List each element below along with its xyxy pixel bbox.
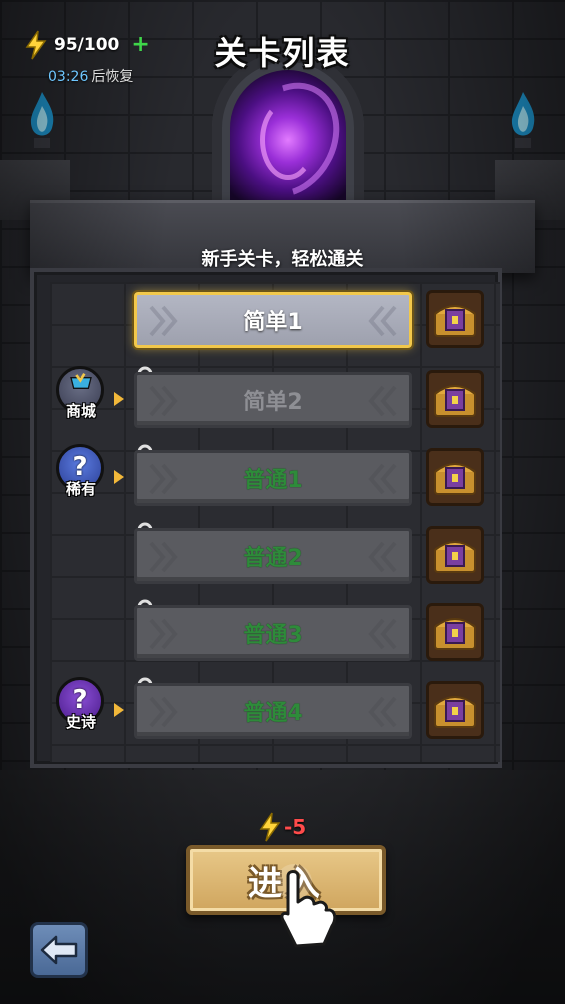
level-button-normal-4[interactable]: 普通4 xyxy=(134,683,412,739)
treasure-chest-icon[interactable] xyxy=(426,290,484,348)
level-label: 简单2 xyxy=(243,390,303,415)
level-button-easy-1[interactable]: 简单1 xyxy=(134,292,412,348)
level-row: 商城 简单2 xyxy=(0,366,565,432)
level-subtitle: 新手关卡，轻松通关 xyxy=(201,249,364,270)
level-label: 普通3 xyxy=(243,623,303,648)
shop-label: 商城 xyxy=(65,402,96,420)
arrow-right-icon xyxy=(114,470,124,484)
level-label: 普通4 xyxy=(243,701,303,726)
level-label: 普通2 xyxy=(243,546,303,571)
level-button-normal-1[interactable]: 普通1 xyxy=(134,450,412,506)
back-arrow-icon xyxy=(40,935,78,965)
level-label: 简单1 xyxy=(243,310,303,335)
treasure-chest-icon[interactable] xyxy=(426,448,484,506)
arrow-right-icon xyxy=(114,392,124,406)
treasure-chest-icon[interactable] xyxy=(426,526,484,584)
level-button-normal-3[interactable]: 普通3 xyxy=(134,605,412,661)
cost-value: -5 xyxy=(284,815,307,839)
hand-pointer-icon xyxy=(276,864,337,948)
level-row: 普通2 xyxy=(0,522,565,588)
level-row: ? 史诗 普通4 xyxy=(0,677,565,743)
treasure-chest-icon[interactable] xyxy=(426,681,484,739)
lightning-icon xyxy=(259,812,281,842)
rare-label: 稀有 xyxy=(65,480,96,498)
treasure-chest-icon[interactable] xyxy=(426,603,484,661)
level-row: 简单1 xyxy=(0,290,565,352)
level-label: 普通1 xyxy=(243,468,303,493)
level-row: ? 稀有 普通1 xyxy=(0,444,565,510)
page-title: 关卡列表 xyxy=(214,34,351,72)
level-row: 普通3 xyxy=(0,599,565,665)
energy-cost: -5 xyxy=(258,812,306,842)
back-button[interactable] xyxy=(30,922,88,978)
level-button-easy-2[interactable]: 简单2 xyxy=(134,372,412,428)
level-button-normal-2[interactable]: 普通2 xyxy=(134,528,412,584)
arrow-right-icon xyxy=(114,703,124,717)
treasure-chest-icon[interactable] xyxy=(426,370,484,428)
epic-label: 史诗 xyxy=(65,713,96,731)
